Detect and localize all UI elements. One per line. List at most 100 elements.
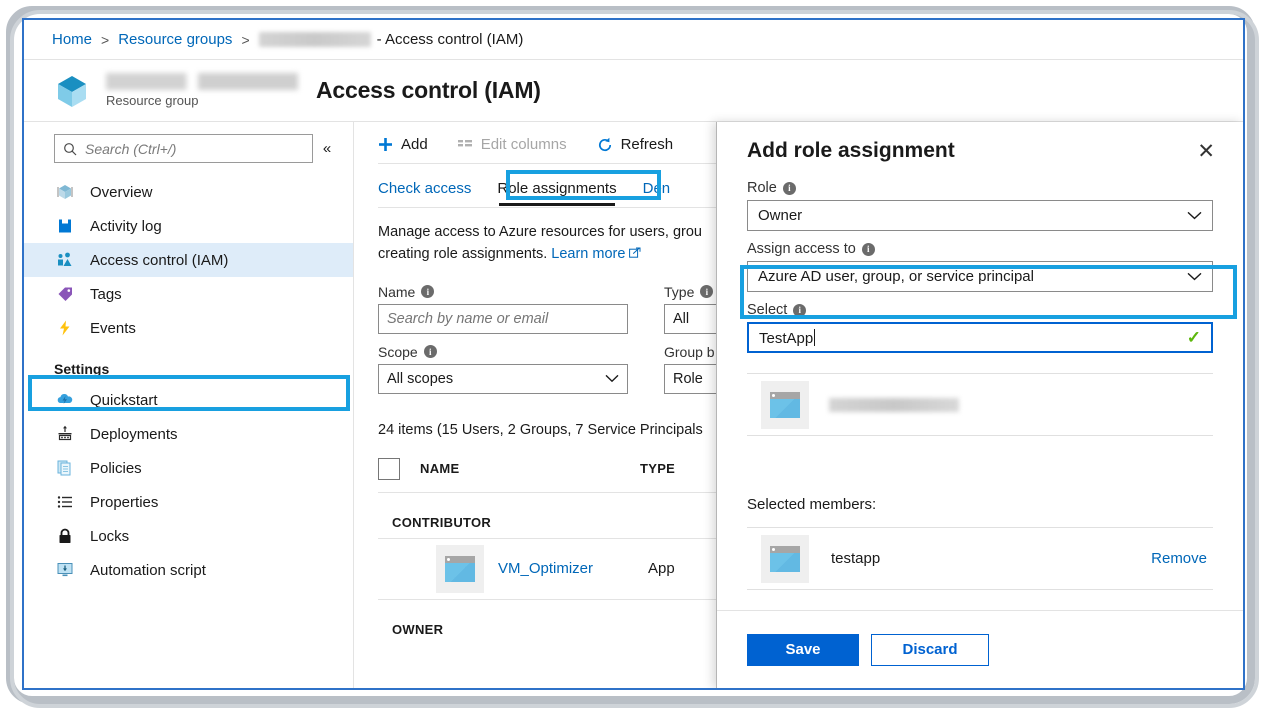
sidebar-item-label: Policies bbox=[90, 459, 142, 477]
screenshot-root: Home > Resource groups > - Access contro… bbox=[0, 0, 1261, 710]
tab-role-assignments[interactable]: Role assignments bbox=[497, 180, 617, 207]
save-button[interactable]: Save bbox=[747, 633, 859, 666]
app-window-icon bbox=[761, 534, 809, 583]
resource-group-cube-icon bbox=[52, 71, 92, 111]
info-icon[interactable]: i bbox=[421, 285, 435, 298]
lock-icon bbox=[54, 527, 76, 545]
sidebar-search-row: Search (Ctrl+/) « bbox=[24, 134, 353, 163]
info-icon[interactable]: i bbox=[782, 181, 796, 195]
sidebar-item-label: Access control (IAM) bbox=[90, 251, 229, 269]
sidebar-item-label: Quickstart bbox=[90, 391, 158, 409]
refresh-button[interactable]: Refresh bbox=[597, 136, 673, 153]
sidebar-item-locks[interactable]: Locks bbox=[24, 519, 353, 553]
select-field: Select i TestApp ✓ bbox=[747, 302, 1213, 353]
browser-window: Home > Resource groups > - Access contro… bbox=[22, 18, 1245, 690]
search-input[interactable]: Search (Ctrl+/) bbox=[54, 134, 313, 163]
name-filter-label-text: Name bbox=[378, 283, 416, 300]
tag-icon bbox=[54, 285, 76, 303]
select-input-value: TestApp bbox=[759, 328, 816, 347]
tab-deny-assignments[interactable]: Den bbox=[643, 180, 671, 207]
app-window-icon bbox=[436, 544, 484, 593]
sidebar-item-label: Overview bbox=[90, 183, 153, 201]
page-title: Access control (IAM) bbox=[316, 77, 541, 103]
sidebar-item-tags[interactable]: Tags bbox=[24, 277, 353, 311]
resource-type-label: Resource group bbox=[106, 93, 199, 108]
assign-access-to-label: Assign access to i bbox=[747, 241, 1213, 257]
row-name-link[interactable]: VM_Optimizer bbox=[498, 560, 648, 577]
lightning-bolt-icon bbox=[54, 319, 76, 337]
add-role-assignment-panel: Add role assignment ✕ Role i Owner Assig… bbox=[716, 122, 1243, 688]
sidebar-item-label: Automation script bbox=[90, 561, 206, 579]
tab-check-access[interactable]: Check access bbox=[378, 180, 471, 207]
column-header-type: TYPE bbox=[640, 461, 676, 476]
sidebar-item-deployments[interactable]: Deployments bbox=[24, 417, 353, 451]
close-icon[interactable]: ✕ bbox=[1197, 141, 1215, 162]
group-by-filter-value: Role bbox=[673, 370, 703, 387]
panel-header: Add role assignment ✕ bbox=[717, 122, 1243, 180]
role-label: Role i bbox=[747, 180, 1213, 196]
sidebar-item-activity-log[interactable]: Activity log bbox=[24, 209, 353, 243]
learn-more-link[interactable]: Learn more bbox=[551, 246, 625, 262]
add-button-label: Add bbox=[401, 136, 428, 153]
resource-meta: Resource group bbox=[106, 73, 298, 108]
role-value: Owner bbox=[758, 207, 803, 224]
sidebar-item-quickstart[interactable]: Quickstart bbox=[24, 383, 353, 417]
info-icon[interactable]: i bbox=[793, 303, 807, 317]
assign-access-to-value: Azure AD user, group, or service princip… bbox=[758, 268, 1034, 285]
role-select[interactable]: Owner bbox=[747, 200, 1213, 231]
list-item[interactable] bbox=[747, 374, 1213, 436]
breadcrumb-separator-2: > bbox=[241, 31, 250, 48]
scope-filter-label-text: Scope bbox=[378, 343, 418, 360]
panel-body: Role i Owner Assign access to i Azure AD… bbox=[717, 180, 1243, 610]
sidebar-item-overview[interactable]: Overview bbox=[24, 175, 353, 209]
plus-icon bbox=[378, 137, 393, 152]
discard-button[interactable]: Discard bbox=[871, 633, 989, 666]
select-input[interactable]: TestApp ✓ bbox=[747, 322, 1213, 353]
refresh-icon bbox=[597, 137, 613, 153]
breadcrumb-resource-groups[interactable]: Resource groups bbox=[118, 31, 232, 48]
cloud-bolt-icon bbox=[54, 391, 76, 409]
sidebar-item-properties[interactable]: Properties bbox=[24, 485, 353, 519]
assign-access-to-select[interactable]: Azure AD user, group, or service princip… bbox=[747, 261, 1213, 292]
sidebar-item-label: Tags bbox=[90, 285, 122, 303]
sidebar-nav: Overview Activity log Access control (IA… bbox=[24, 175, 353, 587]
select-all-checkbox[interactable] bbox=[378, 457, 400, 480]
add-button[interactable]: Add bbox=[378, 136, 428, 153]
chevron-down-icon bbox=[1187, 272, 1202, 281]
assign-access-to-label-text: Assign access to bbox=[747, 241, 856, 257]
selected-members-list: testapp Remove bbox=[747, 527, 1213, 590]
chevron-down-icon bbox=[1187, 211, 1202, 220]
remove-member-button[interactable]: Remove bbox=[1151, 550, 1207, 567]
scope-filter-select[interactable]: All scopes bbox=[378, 363, 628, 394]
sidebar-section-settings: Settings bbox=[54, 361, 110, 377]
name-filter-label: Name i bbox=[378, 284, 628, 300]
text-cursor bbox=[814, 328, 816, 346]
name-filter-input[interactable]: Search by name or email bbox=[378, 303, 628, 334]
name-filter-placeholder: Search by name or email bbox=[387, 310, 549, 327]
assign-access-to-field: Assign access to i Azure AD user, group,… bbox=[747, 241, 1213, 292]
sidebar-item-access-control[interactable]: Access control (IAM) bbox=[24, 243, 353, 277]
breadcrumb-home[interactable]: Home bbox=[52, 31, 92, 48]
sidebar-item-automation-script[interactable]: Automation script bbox=[24, 553, 353, 587]
sidebar: Search (Ctrl+/) « Overview Activity log … bbox=[24, 122, 354, 688]
list-icon bbox=[54, 493, 76, 511]
edit-columns-button[interactable]: Edit columns bbox=[457, 136, 567, 153]
sidebar-item-policies[interactable]: Policies bbox=[24, 451, 353, 485]
scope-filter-value: All scopes bbox=[387, 370, 454, 387]
select-label-text: Select bbox=[747, 302, 788, 318]
search-placeholder: Search (Ctrl+/) bbox=[85, 140, 177, 157]
deployment-icon bbox=[54, 425, 76, 443]
info-icon[interactable]: i bbox=[861, 242, 875, 256]
resource-name-redacted bbox=[106, 73, 298, 90]
breadcrumb-redacted-name bbox=[258, 32, 371, 47]
info-icon[interactable]: i bbox=[423, 345, 437, 358]
info-icon[interactable]: i bbox=[700, 285, 714, 298]
search-results-list bbox=[747, 373, 1213, 436]
description-line-2: creating role assignments. bbox=[378, 245, 548, 262]
collapse-sidebar-icon[interactable]: « bbox=[315, 140, 339, 157]
breadcrumb: Home > Resource groups > - Access contro… bbox=[24, 20, 1243, 60]
sidebar-item-events[interactable]: Events bbox=[24, 311, 353, 345]
select-input-text: TestApp bbox=[759, 329, 814, 347]
filters-left-column: Name i Search by name or email Scope i A… bbox=[378, 284, 628, 404]
panel-footer: Save Discard bbox=[717, 610, 1243, 688]
